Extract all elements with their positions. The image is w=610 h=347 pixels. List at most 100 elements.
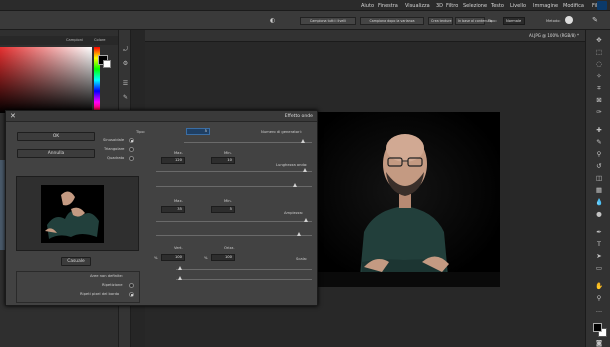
document-tab[interactable]: AI.JPG @ 100% (RGB/8) * xyxy=(145,30,585,42)
frame-tool-icon[interactable]: ⊠ xyxy=(594,96,604,105)
healing-tool-icon[interactable]: ✚ xyxy=(594,126,604,135)
lunghezza-label: Lunghezza onda: xyxy=(276,163,308,167)
wave-effect-dialog: ✕ Effetto onde Numero di generatori: 5 L… xyxy=(5,110,318,306)
num-generatori-input[interactable]: 5 xyxy=(186,128,210,135)
aree-ripeti-bordo-radio[interactable] xyxy=(129,292,134,297)
brush-settings-icon[interactable]: ◐ xyxy=(270,17,278,25)
close-icon[interactable]: ✕ xyxy=(10,112,16,120)
photoshop-logo xyxy=(597,1,607,10)
num-generatori-slider[interactable] xyxy=(184,142,312,143)
ampiezza-max-input[interactable]: 35 xyxy=(161,206,185,213)
menu-immagine[interactable]: Immagine xyxy=(533,3,558,9)
campiona-varianza-button[interactable]: Campiona dopo la varianza xyxy=(360,17,424,25)
pen-tool-icon[interactable]: ✒ xyxy=(594,228,604,237)
menu-selezione[interactable]: Selezione xyxy=(463,3,487,9)
scala-vert-thumb[interactable] xyxy=(178,276,182,280)
scala-vert-input[interactable]: 100 xyxy=(161,254,185,261)
eraser-tool-icon[interactable]: ◫ xyxy=(594,174,604,183)
metodo-label: Metodo: xyxy=(546,19,561,23)
scala-vert-slider[interactable] xyxy=(176,279,312,280)
portrait-photo-drawing xyxy=(304,112,500,287)
tab-campioni[interactable]: Campioni xyxy=(66,38,83,42)
zoom-tool-icon[interactable]: ⚲ xyxy=(594,294,604,303)
foreground-color-swatch[interactable] xyxy=(593,323,602,332)
marquee-tool-icon[interactable]: ⬚ xyxy=(594,48,604,57)
ampiezza-slider-min[interactable] xyxy=(156,221,312,222)
tools-toolbar: ✥ ⬚ ◌ ✧ ⌗ ⊠ ✑ ✚ ✎ ⚲ ↺ ◫ ▦ 💧 ● ✒ T ➤ ▭ ✋ … xyxy=(585,30,610,347)
menu-aiuto[interactable]: Aiuto xyxy=(361,3,374,9)
menu-3d[interactable]: 3D xyxy=(436,3,443,9)
menu-filtro[interactable]: Filtro xyxy=(446,3,458,9)
lunghezza-slider-max[interactable] xyxy=(156,186,312,187)
properties-icon[interactable]: ☰ xyxy=(121,80,130,88)
menu-visualizza[interactable]: Visualizza xyxy=(405,3,430,9)
tipo-label: Tipo: xyxy=(136,130,146,134)
tipo-quadrato-radio[interactable] xyxy=(129,156,134,161)
contenuto-button[interactable]: In base al contenuto xyxy=(455,17,492,25)
color-panel-tabs: Colore Campioni xyxy=(0,36,118,45)
adjustments-icon[interactable]: ⚙ xyxy=(121,60,130,68)
aree-ripeti-bordo-label: Ripeti pixel del bordo xyxy=(80,292,120,296)
scala-orizz-input[interactable]: 100 xyxy=(211,254,235,261)
history-icon[interactable]: ⤾ xyxy=(121,46,130,54)
dodge-tool-icon[interactable]: ● xyxy=(594,210,604,219)
quick-select-tool-icon[interactable]: ✧ xyxy=(594,72,604,81)
blur-tool-icon[interactable]: 💧 xyxy=(594,198,604,207)
ok-button[interactable]: OK xyxy=(17,132,95,141)
bandage-tool-icon[interactable]: ✎ xyxy=(590,16,600,25)
hand-tool-icon[interactable]: ✋ xyxy=(594,282,604,291)
scala-label: Scala: xyxy=(296,257,308,261)
dialog-title: Effetto onde xyxy=(284,114,313,119)
lunghezza-max-thumb[interactable] xyxy=(293,183,297,187)
type-tool-icon[interactable]: T xyxy=(594,240,604,249)
casuale-button[interactable]: Casuale xyxy=(61,257,91,266)
campiona-tutti-button[interactable]: Campiona tutti i livelli xyxy=(300,17,356,25)
lunghezza-min-thumb[interactable] xyxy=(303,168,307,172)
num-generatori-thumb[interactable] xyxy=(301,139,305,143)
aree-label: Aree non definite: xyxy=(90,274,124,278)
shape-tool-icon[interactable]: ▭ xyxy=(594,264,604,273)
annulla-button[interactable]: Annulla xyxy=(17,149,95,158)
stamp-tool-icon[interactable]: ⚲ xyxy=(594,150,604,159)
move-tool-icon[interactable]: ✥ xyxy=(594,36,604,45)
metodo-select[interactable]: Normale xyxy=(503,17,525,25)
menu-modifica[interactable]: Modifica xyxy=(563,3,584,9)
path-select-tool-icon[interactable]: ➤ xyxy=(594,252,604,261)
crea-texture-button[interactable]: Crea texture xyxy=(428,17,453,25)
ampiezza-max-thumb[interactable] xyxy=(297,232,301,236)
tab-colore[interactable]: Colore xyxy=(94,38,106,42)
dialog-title-bar: ✕ Effetto onde xyxy=(6,111,317,122)
aree-ripetizione-radio[interactable] xyxy=(129,283,134,288)
eyedropper-tool-icon[interactable]: ✑ xyxy=(594,108,604,117)
ampiezza-min-input[interactable]: 5 xyxy=(211,206,235,213)
history-brush-tool-icon[interactable]: ↺ xyxy=(594,162,604,171)
brush-size-icon[interactable] xyxy=(565,16,573,24)
tipo-sinusoidale-radio[interactable] xyxy=(129,138,134,143)
ampiezza-max-label: Max. xyxy=(174,199,183,203)
brush-tool-icon[interactable]: ✎ xyxy=(594,138,604,147)
brush-panel-icon[interactable]: ✎ xyxy=(121,94,130,102)
tipo-triangolare-radio[interactable] xyxy=(129,147,134,152)
lunghezza-max-input[interactable]: 120 xyxy=(161,157,185,164)
menu-livello[interactable]: Livello xyxy=(510,3,526,9)
more-tools-icon[interactable]: ··· xyxy=(594,308,604,317)
scala-orizz-thumb[interactable] xyxy=(178,266,182,270)
document-tab-title: AI.JPG @ 100% (RGB/8) * xyxy=(528,33,579,38)
color-field[interactable] xyxy=(0,47,92,113)
lunghezza-max-label: Max. xyxy=(174,151,183,155)
scala-orizz-slider[interactable] xyxy=(176,269,312,270)
gradient-tool-icon[interactable]: ▦ xyxy=(594,186,604,195)
lunghezza-min-input[interactable]: 10 xyxy=(211,157,235,164)
ampiezza-slider-max[interactable] xyxy=(156,235,312,236)
lunghezza-slider-min[interactable] xyxy=(156,171,312,172)
quick-mask-icon[interactable]: ◙ xyxy=(594,339,604,347)
ampiezza-min-label: Min. xyxy=(224,199,232,203)
background-swatch[interactable] xyxy=(103,60,111,68)
crop-tool-icon[interactable]: ⌗ xyxy=(594,84,604,93)
menu-testo[interactable]: Testo xyxy=(491,3,504,9)
ampiezza-min-thumb[interactable] xyxy=(304,218,308,222)
preview-image xyxy=(41,185,104,243)
lasso-tool-icon[interactable]: ◌ xyxy=(594,60,604,69)
menu-finestra[interactable]: Finestra xyxy=(378,3,398,9)
portrait-photo xyxy=(304,112,500,287)
